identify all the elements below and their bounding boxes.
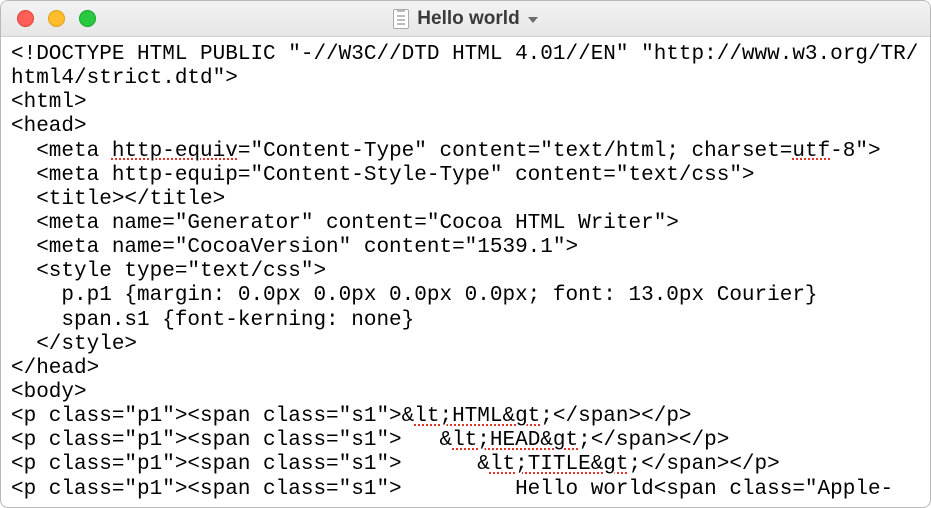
minimize-icon[interactable] bbox=[48, 10, 65, 27]
code-line: html4/strict.dtd"> bbox=[11, 67, 920, 91]
close-icon[interactable] bbox=[17, 10, 34, 27]
code-line: <style type="text/css"> bbox=[11, 260, 920, 284]
spellcheck-underline: http-equiv bbox=[112, 140, 238, 163]
document-icon bbox=[393, 9, 409, 29]
code-line: <p class="p1"><span class="s1"> &lt;TITL… bbox=[11, 453, 920, 477]
code-line: span.s1 {font-kerning: none} bbox=[11, 309, 920, 333]
window: Hello world <!DOCTYPE HTML PUBLIC "-//W3… bbox=[0, 0, 931, 508]
code-line: <html> bbox=[11, 91, 920, 115]
window-title: Hello world bbox=[417, 8, 519, 30]
code-line: <title></title> bbox=[11, 188, 920, 212]
titlebar: Hello world bbox=[1, 1, 930, 37]
code-line: <meta name="Generator" content="Cocoa HT… bbox=[11, 212, 920, 236]
spellcheck-underline: lt;HTML&gt bbox=[414, 405, 540, 428]
code-line: <meta name="CocoaVersion" content="1539.… bbox=[11, 236, 920, 260]
chevron-down-icon[interactable] bbox=[528, 17, 538, 23]
traffic-lights bbox=[17, 10, 96, 27]
code-line: <p class="p1"><span class="s1"> &lt;HEAD… bbox=[11, 429, 920, 453]
spellcheck-underline: utf bbox=[792, 140, 830, 163]
code-line: </style> bbox=[11, 333, 920, 357]
code-line: <meta http-equiv="Content-Type" content=… bbox=[11, 140, 920, 164]
code-line: p.p1 {margin: 0.0px 0.0px 0.0px 0.0px; f… bbox=[11, 284, 920, 308]
code-line: <!DOCTYPE HTML PUBLIC "-//W3C//DTD HTML … bbox=[11, 43, 920, 67]
spellcheck-underline: lt;HEAD&gt bbox=[452, 429, 578, 452]
zoom-icon[interactable] bbox=[79, 10, 96, 27]
document-content[interactable]: <!DOCTYPE HTML PUBLIC "-//W3C//DTD HTML … bbox=[1, 37, 930, 507]
spellcheck-underline: lt;TITLE&gt bbox=[490, 453, 629, 476]
code-line: <p class="p1"><span class="s1"> Hello wo… bbox=[11, 478, 920, 502]
code-line: <p class="p1"><span class="s1">&lt;HTML&… bbox=[11, 405, 920, 429]
code-line: <head> bbox=[11, 115, 920, 139]
code-line: <body> bbox=[11, 381, 920, 405]
code-line: <meta http-equip="Content-Style-Type" co… bbox=[11, 164, 920, 188]
code-line: </head> bbox=[11, 357, 920, 381]
